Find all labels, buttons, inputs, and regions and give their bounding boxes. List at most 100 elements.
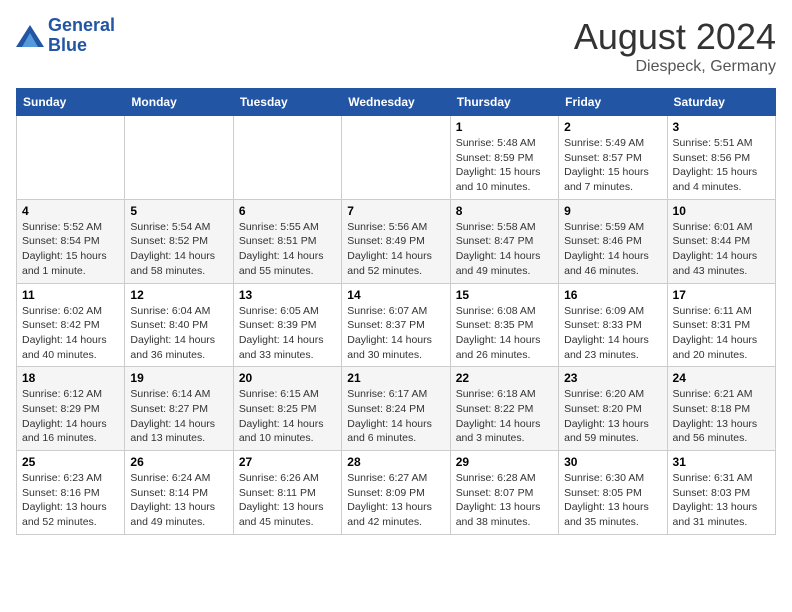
day-info: Sunrise: 5:56 AMSunset: 8:49 PMDaylight:… [347, 220, 444, 279]
day-number: 3 [673, 120, 770, 134]
day-number: 9 [564, 204, 661, 218]
weekday-header-tuesday: Tuesday [233, 89, 341, 116]
calendar-week-5: 25 Sunrise: 6:23 AMSunset: 8:16 PMDayligh… [17, 451, 776, 535]
calendar-cell: 21 Sunrise: 6:17 AMSunset: 8:24 PMDayligh… [342, 367, 450, 451]
day-info: Sunrise: 6:28 AMSunset: 8:07 PMDaylight:… [456, 471, 553, 530]
calendar-cell: 3 Sunrise: 5:51 AMSunset: 8:56 PMDaylight… [667, 116, 775, 200]
day-info: Sunrise: 5:54 AMSunset: 8:52 PMDaylight:… [130, 220, 227, 279]
day-number: 19 [130, 371, 227, 385]
calendar-cell: 8 Sunrise: 5:58 AMSunset: 8:47 PMDaylight… [450, 199, 558, 283]
day-info: Sunrise: 6:15 AMSunset: 8:25 PMDaylight:… [239, 387, 336, 446]
day-info: Sunrise: 6:08 AMSunset: 8:35 PMDaylight:… [456, 304, 553, 363]
calendar-cell: 2 Sunrise: 5:49 AMSunset: 8:57 PMDaylight… [559, 116, 667, 200]
calendar-cell: 19 Sunrise: 6:14 AMSunset: 8:27 PMDayligh… [125, 367, 233, 451]
logo-general: General [48, 15, 115, 35]
calendar-cell: 31 Sunrise: 6:31 AMSunset: 8:03 PMDayligh… [667, 451, 775, 535]
day-number: 7 [347, 204, 444, 218]
calendar-cell: 14 Sunrise: 6:07 AMSunset: 8:37 PMDayligh… [342, 283, 450, 367]
day-info: Sunrise: 5:48 AMSunset: 8:59 PMDaylight:… [456, 136, 553, 195]
day-number: 1 [456, 120, 553, 134]
logo-blue-text: Blue [48, 35, 87, 55]
day-info: Sunrise: 5:58 AMSunset: 8:47 PMDaylight:… [456, 220, 553, 279]
day-number: 16 [564, 288, 661, 302]
page-header: General Blue August 2024 Diespeck, Germa… [16, 16, 776, 76]
day-info: Sunrise: 6:07 AMSunset: 8:37 PMDaylight:… [347, 304, 444, 363]
calendar-cell: 28 Sunrise: 6:27 AMSunset: 8:09 PMDayligh… [342, 451, 450, 535]
day-info: Sunrise: 6:17 AMSunset: 8:24 PMDaylight:… [347, 387, 444, 446]
day-info: Sunrise: 6:12 AMSunset: 8:29 PMDaylight:… [22, 387, 119, 446]
calendar-cell: 4 Sunrise: 5:52 AMSunset: 8:54 PMDaylight… [17, 199, 125, 283]
weekday-header-monday: Monday [125, 89, 233, 116]
day-info: Sunrise: 5:52 AMSunset: 8:54 PMDaylight:… [22, 220, 119, 279]
calendar-cell: 9 Sunrise: 5:59 AMSunset: 8:46 PMDaylight… [559, 199, 667, 283]
weekday-header-row: SundayMondayTuesdayWednesdayThursdayFrid… [17, 89, 776, 116]
calendar-week-1: 1 Sunrise: 5:48 AMSunset: 8:59 PMDaylight… [17, 116, 776, 200]
day-info: Sunrise: 6:14 AMSunset: 8:27 PMDaylight:… [130, 387, 227, 446]
day-number: 26 [130, 455, 227, 469]
day-info: Sunrise: 6:09 AMSunset: 8:33 PMDaylight:… [564, 304, 661, 363]
day-number: 22 [456, 371, 553, 385]
day-info: Sunrise: 5:51 AMSunset: 8:56 PMDaylight:… [673, 136, 770, 195]
calendar-cell: 22Sunrise: 6:18 AMSunset: 8:22 PMDayligh… [450, 367, 558, 451]
logo: General Blue [16, 16, 115, 56]
calendar-cell [342, 116, 450, 200]
logo-icon [16, 25, 44, 47]
day-info: Sunrise: 6:11 AMSunset: 8:31 PMDaylight:… [673, 304, 770, 363]
day-info: Sunrise: 6:20 AMSunset: 8:20 PMDaylight:… [564, 387, 661, 446]
calendar-week-3: 11Sunrise: 6:02 AMSunset: 8:42 PMDayligh… [17, 283, 776, 367]
calendar-cell: 18 Sunrise: 6:12 AMSunset: 8:29 PMDayligh… [17, 367, 125, 451]
day-info: Sunrise: 6:23 AMSunset: 8:16 PMDaylight:… [22, 471, 119, 530]
day-number: 8 [456, 204, 553, 218]
day-number: 14 [347, 288, 444, 302]
day-number: 27 [239, 455, 336, 469]
location-subtitle: Diespeck, Germany [574, 58, 776, 76]
calendar-cell: 12Sunrise: 6:04 AMSunset: 8:40 PMDayligh… [125, 283, 233, 367]
calendar-cell: 24 Sunrise: 6:21 AMSunset: 8:18 PMDayligh… [667, 367, 775, 451]
calendar-table: SundayMondayTuesdayWednesdayThursdayFrid… [16, 88, 776, 535]
day-number: 24 [673, 371, 770, 385]
day-number: 4 [22, 204, 119, 218]
weekday-header-wednesday: Wednesday [342, 89, 450, 116]
day-number: 5 [130, 204, 227, 218]
day-info: Sunrise: 6:31 AMSunset: 8:03 PMDaylight:… [673, 471, 770, 530]
calendar-cell: 6 Sunrise: 5:55 AMSunset: 8:51 PMDaylight… [233, 199, 341, 283]
day-info: Sunrise: 6:02 AMSunset: 8:42 PMDaylight:… [22, 304, 119, 363]
calendar-cell [17, 116, 125, 200]
calendar-cell [233, 116, 341, 200]
weekday-header-thursday: Thursday [450, 89, 558, 116]
day-number: 13 [239, 288, 336, 302]
day-number: 6 [239, 204, 336, 218]
calendar-cell: 25 Sunrise: 6:23 AMSunset: 8:16 PMDayligh… [17, 451, 125, 535]
day-info: Sunrise: 5:59 AMSunset: 8:46 PMDaylight:… [564, 220, 661, 279]
day-number: 15 [456, 288, 553, 302]
day-info: Sunrise: 6:24 AMSunset: 8:14 PMDaylight:… [130, 471, 227, 530]
day-info: Sunrise: 5:49 AMSunset: 8:57 PMDaylight:… [564, 136, 661, 195]
calendar-cell: 23Sunrise: 6:20 AMSunset: 8:20 PMDayligh… [559, 367, 667, 451]
calendar-cell: 11Sunrise: 6:02 AMSunset: 8:42 PMDayligh… [17, 283, 125, 367]
day-info: Sunrise: 6:21 AMSunset: 8:18 PMDaylight:… [673, 387, 770, 446]
calendar-cell: 16 Sunrise: 6:09 AMSunset: 8:33 PMDayligh… [559, 283, 667, 367]
day-info: Sunrise: 5:55 AMSunset: 8:51 PMDaylight:… [239, 220, 336, 279]
day-number: 31 [673, 455, 770, 469]
weekday-header-saturday: Saturday [667, 89, 775, 116]
day-number: 29 [456, 455, 553, 469]
day-info: Sunrise: 6:05 AMSunset: 8:39 PMDaylight:… [239, 304, 336, 363]
day-info: Sunrise: 6:27 AMSunset: 8:09 PMDaylight:… [347, 471, 444, 530]
day-number: 30 [564, 455, 661, 469]
calendar-week-4: 18 Sunrise: 6:12 AMSunset: 8:29 PMDayligh… [17, 367, 776, 451]
day-number: 25 [22, 455, 119, 469]
day-number: 18 [22, 371, 119, 385]
title-block: August 2024 Diespeck, Germany [574, 16, 776, 76]
calendar-cell: 13 Sunrise: 6:05 AMSunset: 8:39 PMDayligh… [233, 283, 341, 367]
day-info: Sunrise: 6:04 AMSunset: 8:40 PMDaylight:… [130, 304, 227, 363]
calendar-cell: 30Sunrise: 6:30 AMSunset: 8:05 PMDayligh… [559, 451, 667, 535]
day-number: 21 [347, 371, 444, 385]
day-number: 10 [673, 204, 770, 218]
calendar-cell: 15 Sunrise: 6:08 AMSunset: 8:35 PMDayligh… [450, 283, 558, 367]
calendar-cell: 26 Sunrise: 6:24 AMSunset: 8:14 PMDayligh… [125, 451, 233, 535]
day-number: 28 [347, 455, 444, 469]
calendar-cell [125, 116, 233, 200]
day-number: 2 [564, 120, 661, 134]
month-year-title: August 2024 [574, 16, 776, 58]
calendar-cell: 20Sunrise: 6:15 AMSunset: 8:25 PMDayligh… [233, 367, 341, 451]
